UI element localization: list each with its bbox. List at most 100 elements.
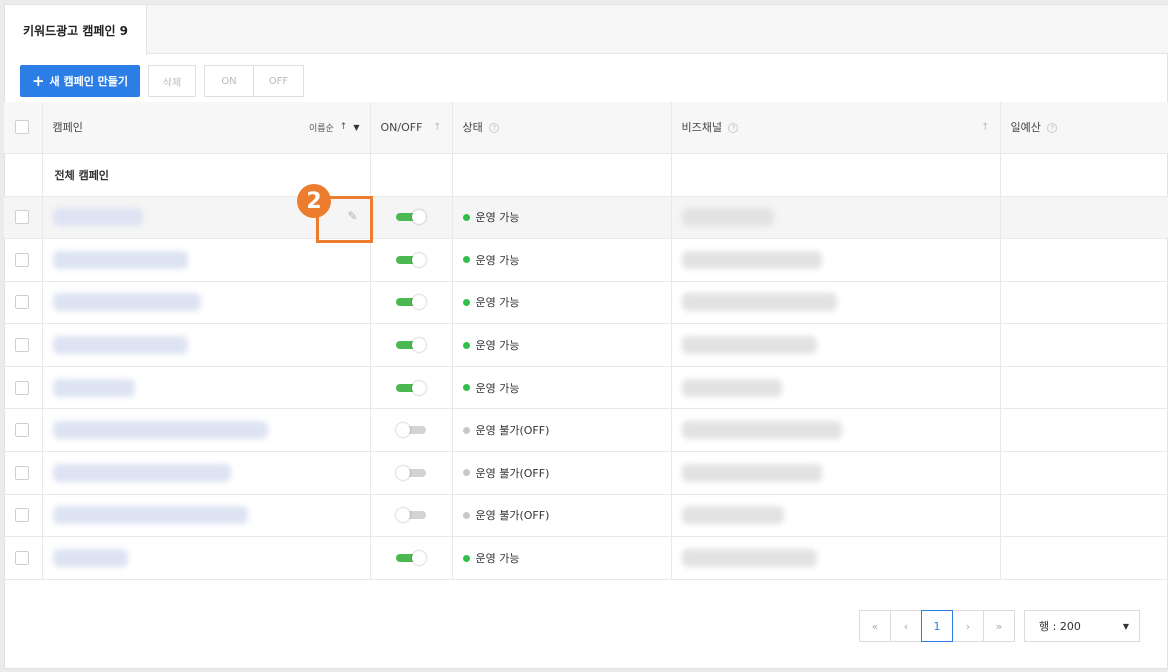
help-icon[interactable]: ? [1047, 123, 1058, 134]
campaign-name-redacted[interactable] [52, 293, 201, 312]
onoff-toggle[interactable] [395, 210, 426, 225]
plus-icon: + [31, 71, 45, 90]
status-dot-icon [462, 554, 470, 562]
sort-up-arrow-icon: ↑ [339, 122, 348, 133]
last-page-button[interactable]: » [983, 610, 1015, 642]
sort-label: 이름순 [308, 123, 334, 134]
campaign-name-redacted[interactable] [52, 506, 248, 525]
bizchannel-redacted [681, 506, 784, 525]
campaign-name-redacted[interactable] [52, 336, 188, 355]
status-dot-icon [462, 511, 470, 519]
table-row[interactable]: 운영 가능 [4, 281, 1168, 325]
table-row[interactable]: 운영 가능 [4, 238, 1168, 282]
column-header-campaign: 캠페인 [52, 121, 83, 135]
row-checkbox[interactable] [15, 295, 29, 310]
rows-per-page-label: 행 : 200 [1039, 620, 1081, 633]
onoff-toggle[interactable] [395, 508, 426, 523]
onoff-toggle[interactable] [395, 465, 426, 480]
delete-button[interactable]: 삭제 [148, 65, 196, 97]
table-row[interactable]: 운영 가능 [4, 323, 1168, 367]
onoff-toggle[interactable] [395, 338, 426, 353]
help-icon[interactable]: ? [728, 123, 739, 134]
bizchannel-redacted [681, 549, 817, 568]
status-indicator: 운영 불가(OFF) [462, 507, 661, 523]
onoff-toggle[interactable] [395, 423, 426, 438]
new-campaign-label: 새 캠페인 만들기 [49, 75, 129, 88]
sort-arrow-icon[interactable]: ↑ [981, 122, 989, 133]
onoff-toggle[interactable] [395, 252, 426, 267]
next-page-button[interactable]: › [952, 610, 984, 642]
bizchannel-redacted [681, 293, 837, 312]
row-checkbox[interactable] [15, 380, 29, 395]
row-checkbox[interactable] [15, 338, 29, 353]
status-indicator: 운영 가능 [462, 337, 661, 353]
table-row[interactable]: ✎ 운영 가능 [4, 196, 1168, 240]
sort-dropdown[interactable]: 이름순 ↑ ▼ [309, 121, 360, 134]
row-checkbox[interactable] [15, 551, 29, 566]
table-header-row: 캠페인 이름순 ↑ ▼ ON/OFF ↑ 상태 ? 비즈채널 ? ↑ 일예산 ? [4, 102, 1168, 154]
sort-arrow-icon[interactable]: ↑ [433, 122, 441, 133]
select-all-checkbox[interactable] [15, 120, 29, 135]
campaign-name-redacted[interactable] [52, 250, 188, 269]
status-dot-icon [462, 341, 470, 349]
toolbar: + 새 캠페인 만들기 삭제 ON OFF [20, 65, 304, 97]
bizchannel-redacted [681, 421, 842, 440]
campaign-name-redacted[interactable] [52, 378, 135, 397]
status-indicator: 운영 가능 [462, 380, 661, 396]
status-indicator: 운영 가능 [462, 209, 661, 225]
bizchannel-redacted [681, 250, 822, 269]
table-row[interactable]: 운영 불가(OFF) [4, 494, 1168, 538]
row-checkbox[interactable] [15, 252, 29, 267]
table-row[interactable]: 운영 불가(OFF) [4, 408, 1168, 453]
status-indicator: 운영 가능 [462, 550, 661, 566]
prev-page-button[interactable]: ‹ [890, 610, 922, 642]
new-campaign-button[interactable]: + 새 캠페인 만들기 [20, 65, 140, 97]
row-checkbox[interactable] [15, 508, 29, 523]
status-dot-icon [462, 256, 470, 264]
status-dot-icon [462, 384, 470, 392]
total-row: 전체 캠페인 [4, 153, 1168, 197]
status-indicator: 운영 가능 [462, 252, 661, 268]
pagination: « ‹ 1 › » [859, 610, 1015, 642]
onoff-toggle[interactable] [395, 551, 426, 566]
column-header-status: 상태 [462, 121, 483, 135]
column-header-budget: 일예산 [1010, 121, 1041, 135]
tab-bar: 키워드광고 캠페인 9 [5, 5, 1168, 55]
campaign-name-redacted[interactable] [52, 549, 128, 568]
page-number-button[interactable]: 1 [921, 610, 953, 642]
column-header-bizchannel: 비즈채널 [681, 121, 722, 135]
status-dot-icon [462, 426, 470, 434]
bizchannel-redacted [681, 336, 817, 355]
first-page-button[interactable]: « [859, 610, 891, 642]
status-dot-icon [462, 213, 470, 221]
status-indicator: 운영 불가(OFF) [462, 465, 661, 481]
off-button[interactable]: OFF [254, 65, 304, 97]
campaign-name-redacted[interactable] [52, 463, 231, 482]
bizchannel-redacted [681, 378, 782, 397]
caret-down-icon: ▼ [353, 122, 360, 132]
campaign-table: 캠페인 이름순 ↑ ▼ ON/OFF ↑ 상태 ? 비즈채널 ? ↑ 일예산 ?… [4, 102, 1168, 580]
status-dot-icon [462, 298, 470, 306]
tab-keyword-campaign[interactable]: 키워드광고 캠페인 9 [5, 5, 147, 55]
rows-per-page-select[interactable]: 행 : 200 ▼ [1024, 610, 1140, 642]
caret-down-icon: ▼ [1122, 621, 1129, 631]
campaign-name-redacted[interactable] [52, 421, 268, 440]
status-indicator: 운영 불가(OFF) [462, 422, 661, 438]
onoff-toggle[interactable] [395, 380, 426, 395]
row-checkbox[interactable] [15, 210, 29, 225]
row-checkbox[interactable] [15, 465, 29, 480]
table-row[interactable]: 운영 불가(OFF) [4, 451, 1168, 495]
row-checkbox[interactable] [15, 423, 29, 438]
status-indicator: 운영 가능 [462, 294, 661, 310]
table-row[interactable]: 운영 가능 [4, 536, 1168, 580]
help-icon[interactable]: ? [489, 123, 500, 134]
step-number-badge: 2 [297, 184, 331, 218]
bizchannel-redacted [681, 463, 822, 482]
onoff-toggle[interactable] [395, 295, 426, 310]
on-button[interactable]: ON [204, 65, 254, 97]
campaign-name-redacted[interactable] [52, 208, 143, 227]
bizchannel-redacted [681, 208, 774, 227]
column-header-onoff: ON/OFF [380, 120, 423, 134]
table-row[interactable]: 운영 가능 [4, 366, 1168, 410]
status-dot-icon [462, 469, 470, 477]
